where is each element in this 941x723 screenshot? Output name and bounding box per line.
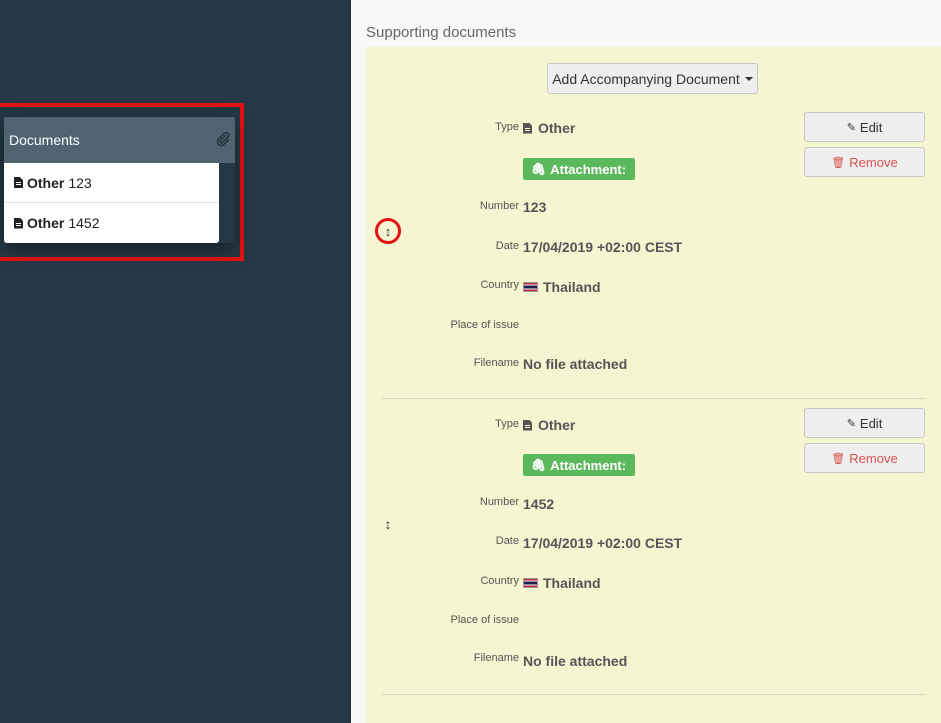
divider [382,694,925,695]
trash-icon: 🗑 [831,452,846,465]
number-label: Number [479,496,519,508]
vertical-arrows-icon[interactable]: ↕ [378,516,398,532]
date-value: 17/04/2019 +02:00 CEST [523,535,683,551]
country-text: Thailand [543,279,601,295]
date-value: 17/04/2019 +02:00 CEST [523,239,683,255]
attachment-badge[interactable]: 🖇 Attachment: [523,454,636,476]
edit-icon: ✎ [846,417,856,430]
supporting-documents-panel: Add Accompanying Document ↕ Type Other 🖇… [366,47,941,723]
type-value: Other [523,417,575,433]
type-value: Other [523,120,575,136]
file-icon [14,217,23,229]
date-label: Date [495,535,519,547]
attachment-label: Attachment: [550,161,627,177]
edit-button[interactable]: ✎ Edit [804,112,925,142]
remove-button[interactable]: 🗑 Remove [804,443,925,473]
edit-button[interactable]: ✎ Edit [804,408,925,438]
place-of-issue-label: Place of issue [450,319,519,331]
edit-icon: ✎ [846,121,856,134]
documents-panel-header[interactable]: Documents [4,117,235,163]
caret-down-icon [744,76,753,81]
date-label: Date [495,240,519,252]
number-value: 123 [523,199,547,215]
place-of-issue-label: Place of issue [450,614,519,626]
list-item-number: 123 [68,174,92,191]
country-value: Thailand [523,575,601,591]
add-accompanying-document-button[interactable]: Add Accompanying Document [547,63,758,94]
thailand-flag-icon [523,578,538,588]
documents-panel-title: Documents [9,132,80,148]
paperclip-icon: 🖇 [531,162,547,176]
filename-label: Filename [473,357,519,369]
type-label: Type [495,121,519,133]
number-value: 1452 [523,496,555,512]
remove-label: Remove [849,154,898,170]
thailand-flag-icon [523,282,538,292]
list-item-type: Other [27,215,65,231]
paperclip-icon: 🖇 [531,458,547,472]
filename-value: No file attached [523,653,628,669]
type-text: Other [538,417,576,433]
edit-label: Edit [859,119,883,135]
documents-list: Other 123 Other 1452 [4,163,219,243]
remove-label: Remove [849,450,898,466]
remove-button[interactable]: 🗑 Remove [804,147,925,177]
list-item[interactable]: Other 123 [4,163,219,203]
divider [382,398,925,399]
list-item-type: Other [27,174,65,191]
left-pane: Documents Other 123 Other 1452 [0,0,351,723]
attachment-label: Attachment: [550,457,627,473]
file-icon [14,177,23,188]
add-button-label: Add Accompanying Document [552,70,740,87]
number-label: Number [479,200,519,212]
trash-icon: 🗑 [831,156,846,169]
section-title: Supporting documents [366,24,517,41]
attachment-badge[interactable]: 🖇 Attachment: [523,158,636,180]
type-label: Type [495,418,519,430]
list-item[interactable]: Other 1452 [4,203,219,243]
edit-label: Edit [859,415,883,431]
vertical-arrows-icon: ↕ [384,223,392,239]
filename-value: No file attached [523,356,628,372]
paperclip-icon [215,131,231,150]
main-pane: Supporting documents Add Accompanying Do… [351,0,941,723]
file-icon [523,419,532,431]
country-label: Country [480,575,519,587]
documents-panel: Documents Other 123 Other 1452 [4,117,235,243]
file-icon [523,122,532,134]
country-label: Country [480,279,519,291]
list-item-number: 1452 [68,215,100,231]
drag-handle-highlight[interactable]: ↕ [375,218,401,244]
country-value: Thailand [523,279,601,295]
type-text: Other [538,120,576,136]
country-text: Thailand [543,575,601,591]
filename-label: Filename [473,652,519,664]
